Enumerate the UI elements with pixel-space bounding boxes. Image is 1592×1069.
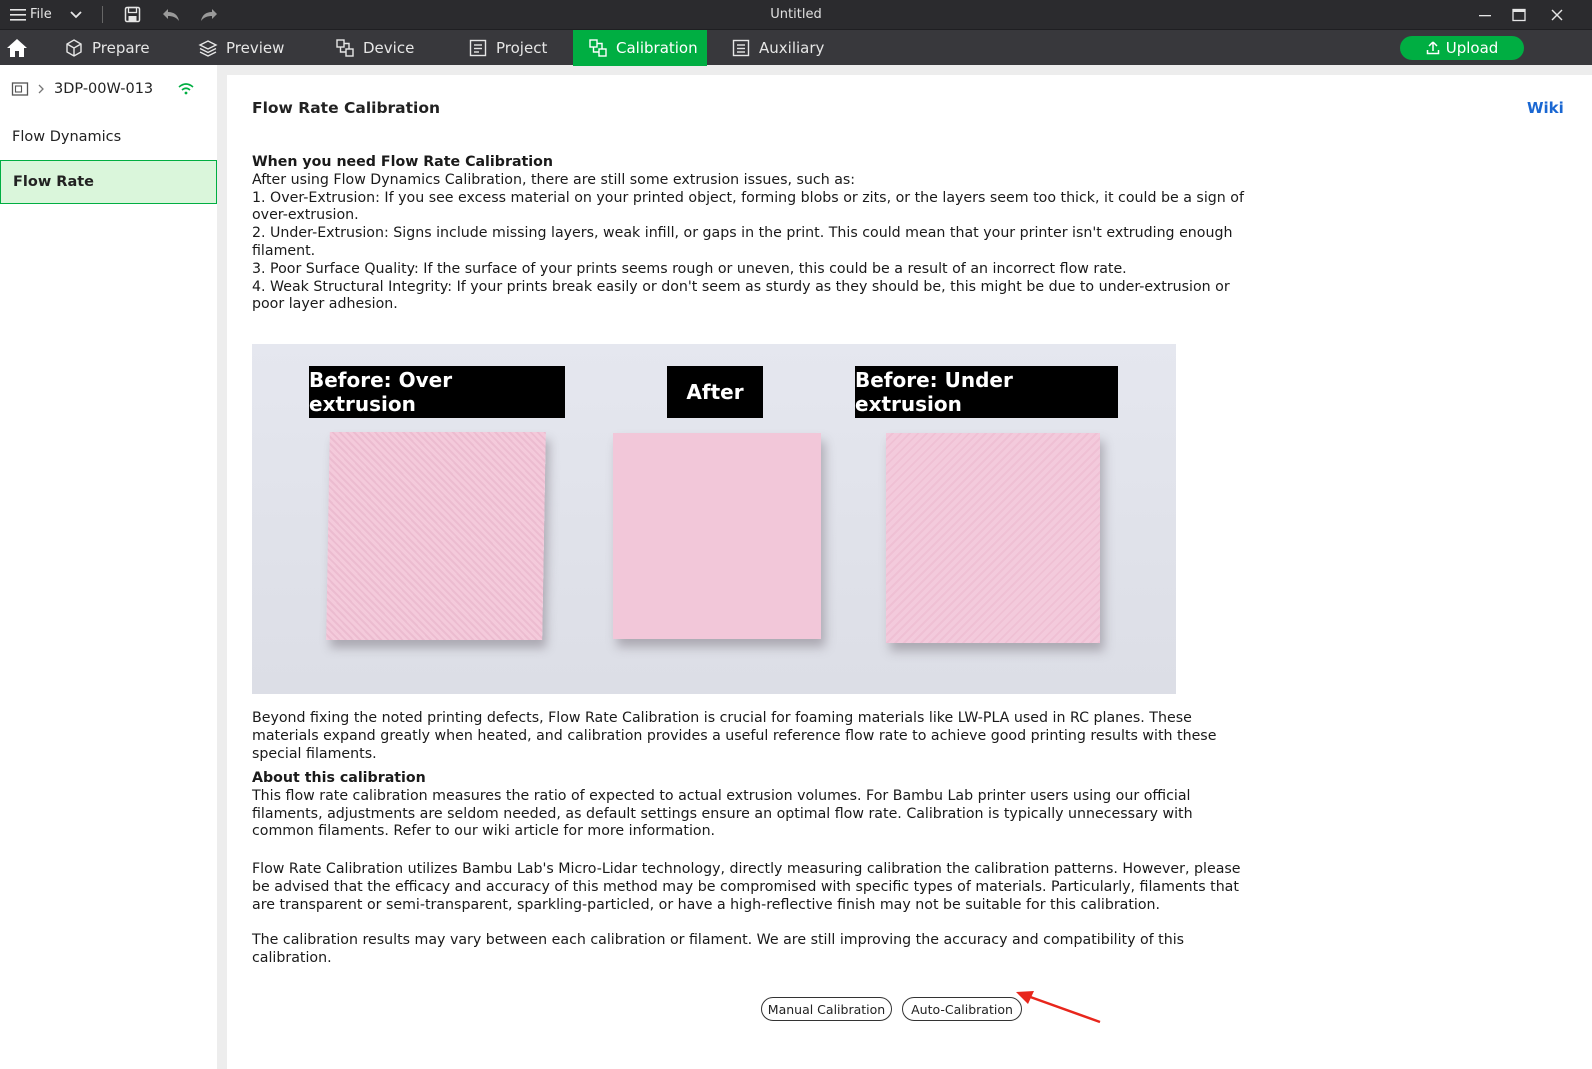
- beyond-text: Beyond fixing the noted printing defects…: [252, 710, 1217, 762]
- sidebar-item-flow-rate[interactable]: Flow Rate: [0, 160, 217, 204]
- when-heading: When you need Flow Rate Calibration: [252, 154, 554, 170]
- menu-button[interactable]: File: [10, 0, 52, 29]
- close-icon: [1551, 9, 1563, 20]
- results-section: The calibration results may vary between…: [252, 932, 1252, 968]
- undo-icon: [163, 8, 179, 21]
- printer-icon: [11, 82, 29, 96]
- tab-device[interactable]: Device: [335, 30, 414, 66]
- device-selector[interactable]: 3DP-00W-013: [0, 65, 217, 113]
- maximize-icon: [1512, 8, 1526, 21]
- results-text: The calibration results may vary between…: [252, 932, 1185, 966]
- about-section: About this calibration This flow rate ca…: [252, 770, 1252, 841]
- photo-label-after: After: [667, 366, 763, 418]
- sample-over-extrusion: [326, 432, 546, 640]
- main-nav-bar: Prepare Preview Device Project Calibrati…: [0, 29, 1592, 66]
- when-item: 2. Under-Extrusion: Signs include missin…: [252, 225, 1233, 259]
- tab-preview[interactable]: Preview: [198, 30, 284, 66]
- page-title: Flow Rate Calibration: [252, 99, 441, 117]
- tab-project[interactable]: Project: [468, 30, 547, 66]
- maximize-button[interactable]: [1512, 0, 1526, 29]
- when-item: 1. Over-Extrusion: If you see excess mat…: [252, 189, 1244, 224]
- title-bar: File Untitled: [0, 0, 1592, 29]
- divider: [102, 6, 103, 23]
- extrusion-comparison-photo: Before: Over extrusion After Before: Und…: [252, 344, 1176, 694]
- calibration-icon: [589, 39, 607, 57]
- upload-icon: [1426, 41, 1439, 55]
- cube-icon: [66, 39, 82, 57]
- sample-after: [613, 433, 821, 639]
- lidar-text: Flow Rate Calibration utilizes Bambu Lab…: [252, 861, 1241, 913]
- project-icon: [469, 39, 487, 57]
- file-dropdown-button[interactable]: [69, 0, 83, 29]
- photo-label-over: Before: Over extrusion: [309, 366, 565, 418]
- redo-button[interactable]: [200, 0, 218, 29]
- tab-auxiliary[interactable]: Auxiliary: [731, 30, 824, 66]
- sidebar-item-label: Flow Dynamics: [12, 129, 122, 145]
- upload-button[interactable]: Upload: [1400, 36, 1524, 60]
- hamburger-icon: [10, 8, 26, 21]
- layers-icon: [198, 40, 218, 57]
- wifi-icon: [178, 83, 194, 95]
- sidebar-item-label: Flow Rate: [13, 174, 94, 190]
- annotation-arrow-icon: [1016, 991, 1101, 1024]
- tab-preview-label: Preview: [226, 39, 285, 57]
- tab-prepare[interactable]: Prepare: [64, 30, 150, 66]
- close-button[interactable]: [1550, 0, 1564, 29]
- minimize-button[interactable]: [1478, 0, 1492, 29]
- beyond-section: Beyond fixing the noted printing defects…: [252, 710, 1252, 763]
- window-title: Untitled: [770, 7, 822, 22]
- about-heading: About this calibration: [252, 770, 426, 786]
- calibration-buttons: Manual Calibration Auto-Calibration: [227, 997, 1592, 1021]
- file-menu-label: File: [30, 7, 52, 22]
- tab-device-label: Device: [363, 39, 415, 57]
- minimize-icon: [1479, 14, 1491, 16]
- auxiliary-icon: [732, 39, 750, 57]
- tab-auxiliary-label: Auxiliary: [759, 39, 825, 57]
- when-section: When you need Flow Rate Calibration Afte…: [252, 154, 1252, 314]
- device-name: 3DP-00W-013: [54, 81, 154, 97]
- manual-calibration-button[interactable]: Manual Calibration: [761, 997, 892, 1021]
- chevron-down-icon: [70, 10, 82, 18]
- calibration-sidebar: 3DP-00W-013 Flow Dynamics Flow Rate: [0, 65, 217, 1069]
- save-icon: [124, 6, 141, 23]
- calibration-content: Flow Rate Calibration Wiki When you need…: [227, 75, 1592, 1069]
- chevron-right-icon: [38, 84, 44, 94]
- device-icon: [336, 39, 354, 57]
- about-text: This flow rate calibration measures the …: [252, 787, 1193, 840]
- when-item: 4. Weak Structural Integrity: If your pr…: [252, 278, 1230, 313]
- save-button[interactable]: [124, 0, 141, 29]
- redo-icon: [201, 8, 217, 21]
- wiki-link[interactable]: Wiki: [1527, 99, 1564, 117]
- home-icon: [7, 39, 27, 57]
- when-item: 3. Poor Surface Quality: If the surface …: [252, 260, 1127, 277]
- upload-label: Upload: [1445, 39, 1499, 57]
- home-button[interactable]: [6, 30, 30, 66]
- lidar-section: Flow Rate Calibration utilizes Bambu Lab…: [252, 861, 1252, 914]
- tab-calibration-label: Calibration: [616, 39, 698, 57]
- tab-prepare-label: Prepare: [92, 39, 150, 57]
- photo-label-under: Before: Under extrusion: [855, 366, 1118, 418]
- tab-calibration[interactable]: Calibration: [573, 30, 707, 66]
- sidebar-item-flow-dynamics[interactable]: Flow Dynamics: [0, 115, 217, 159]
- undo-button[interactable]: [162, 0, 180, 29]
- auto-calibration-button[interactable]: Auto-Calibration: [902, 997, 1022, 1021]
- when-intro: After using Flow Dynamics Calibration, t…: [252, 171, 856, 188]
- sample-under-extrusion: [886, 433, 1100, 643]
- tab-project-label: Project: [496, 39, 548, 57]
